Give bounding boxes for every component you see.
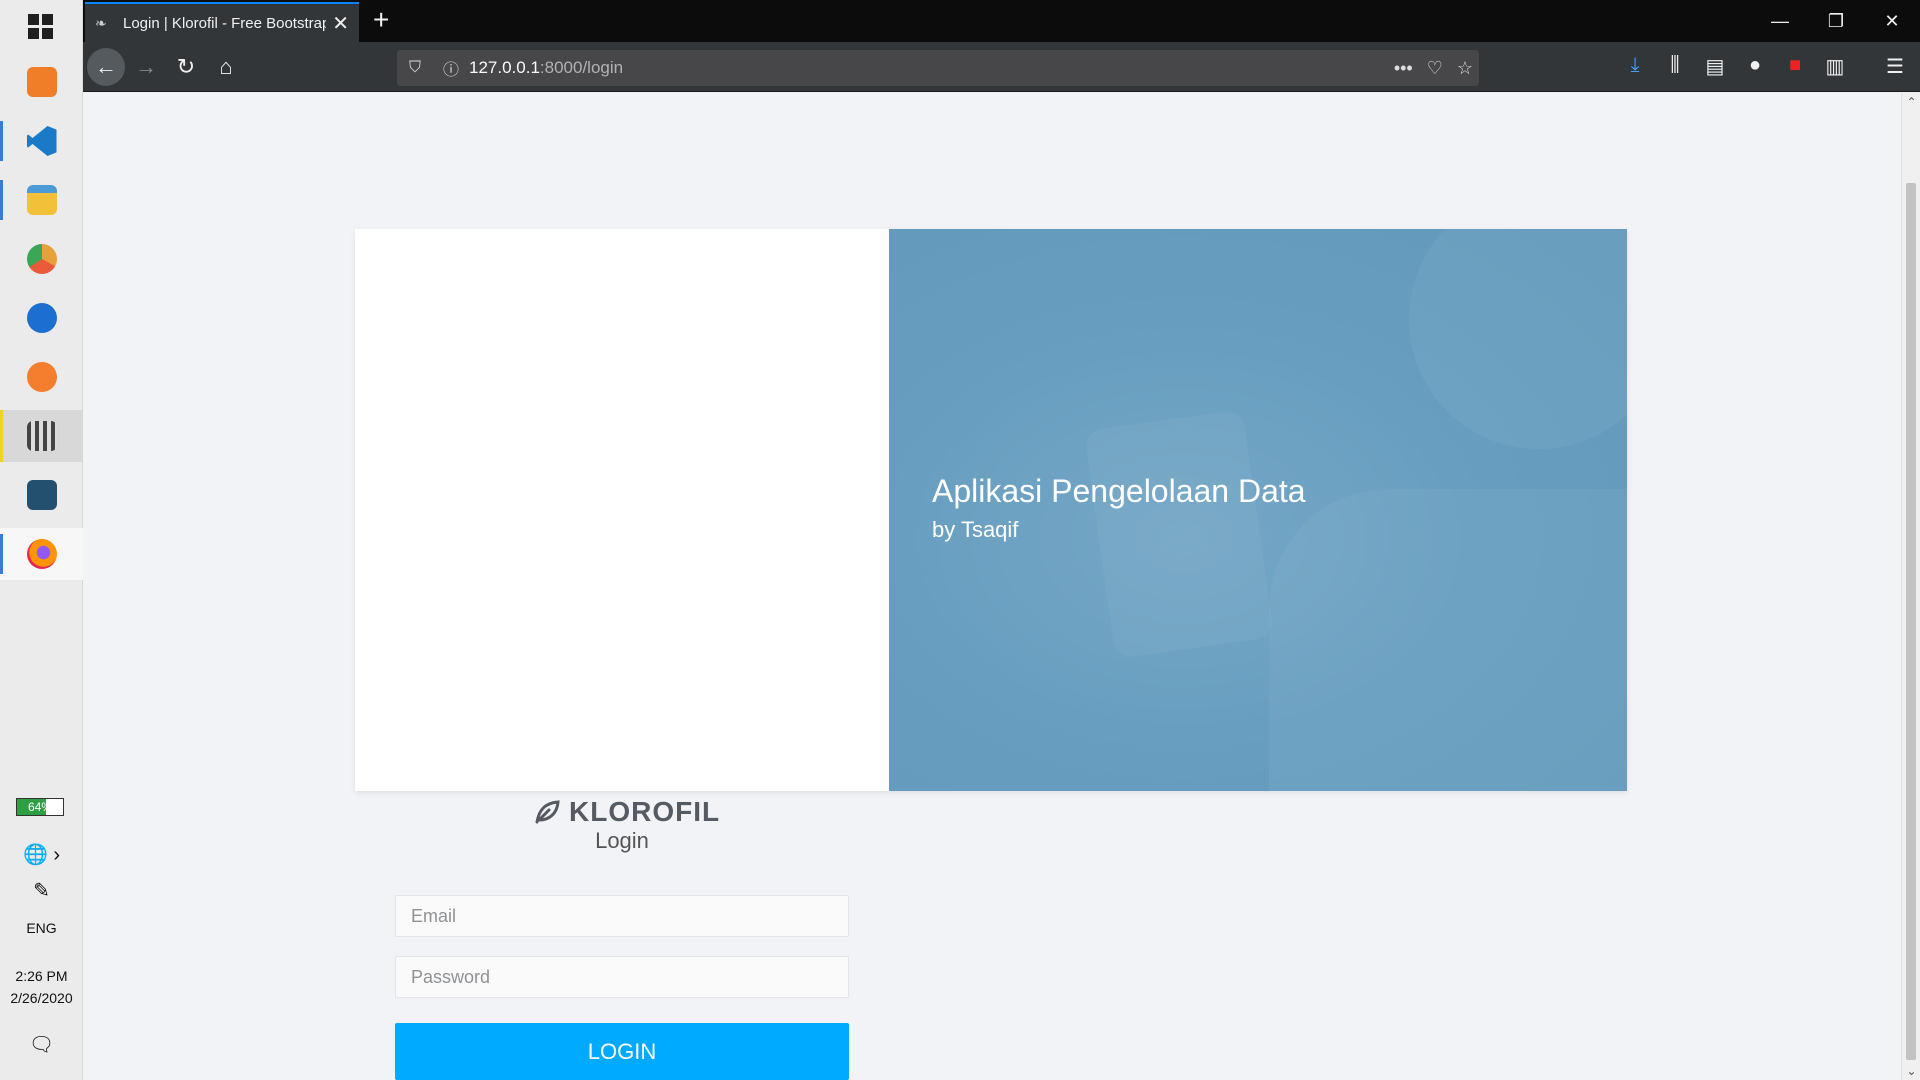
tab-login[interactable]: ❧ Login | Klorofil - Free Bootstrap ✕ <box>85 2 359 42</box>
mysql-workbench-taskbar-icon[interactable] <box>0 469 83 521</box>
navigation-toolbar: ← → ↻ ⌂ ⛉ ⓘ 127.0.0.1:8000/login ••• ♡ ☆… <box>83 42 1920 92</box>
sidebar-icon[interactable]: ▤ <box>1701 54 1729 79</box>
logo-text: KLOROFIL <box>569 796 721 827</box>
maps-pin-taskbar-icon[interactable] <box>0 292 83 344</box>
battery-indicator[interactable]: 64% <box>16 798 64 816</box>
window-close-icon[interactable]: ✕ <box>1864 0 1920 42</box>
extension-barcode-icon[interactable]: ▥ <box>1821 54 1849 79</box>
vertical-scrollbar[interactable]: ⌃ ⌄ <box>1901 93 1920 1080</box>
extension-icon[interactable]: ■ <box>1781 54 1809 77</box>
firefox-taskbar-icon[interactable] <box>0 528 83 580</box>
notification-center-icon[interactable]: 🗨 <box>0 1032 83 1057</box>
login-card: Aplikasi Pengelolaan Data by Tsaqif <box>355 229 1627 791</box>
vscode-taskbar-icon[interactable] <box>0 115 83 167</box>
klorofil-logo: KLOROFIL <box>533 796 720 828</box>
address-bar[interactable]: ⛉ ⓘ 127.0.0.1:8000/login ••• ♡ ☆ <box>397 50 1479 86</box>
scrollbar-thumb[interactable] <box>1906 183 1916 1060</box>
pocket-icon[interactable]: ♡ <box>1427 58 1443 79</box>
login-card-left-panel <box>355 229 889 791</box>
scroll-down-icon[interactable]: ⌄ <box>1902 1064 1920 1078</box>
menu-hamburger-icon[interactable]: ☰ <box>1881 54 1909 79</box>
language-indicator[interactable]: ENG <box>0 920 83 936</box>
home-icon[interactable]: ⌂ <box>207 48 245 86</box>
minimize-icon[interactable]: — <box>1752 0 1808 42</box>
tab-title: Login | Klorofil - Free Bootstrap <box>123 14 327 32</box>
url-path: :8000/login <box>539 58 624 77</box>
firefox-window: ❧ Login | Klorofil - Free Bootstrap ✕ + … <box>83 0 1920 1080</box>
windows-taskbar: 64% 🌐 › ✎ ENG 2:26 PM 2/26/2020 🗨 <box>0 0 83 1080</box>
clock-time[interactable]: 2:26 PM <box>0 968 83 984</box>
page-viewport: Aplikasi Pengelolaan Data by Tsaqif KLOR… <box>83 93 1920 1080</box>
forward-arrow-icon[interactable]: → <box>127 48 165 86</box>
leaf-favicon-icon: ❧ <box>95 14 107 31</box>
password-field[interactable] <box>395 956 849 998</box>
scroll-up-icon[interactable]: ⌃ <box>1902 95 1920 109</box>
network-globe-icon[interactable]: 🌐 › <box>0 842 83 867</box>
info-icon[interactable]: ⓘ <box>433 56 469 80</box>
leaf-logo-icon <box>535 800 560 824</box>
email-field[interactable] <box>395 895 849 937</box>
sublime-taskbar-icon[interactable] <box>0 351 83 403</box>
xampp-taskbar-icon[interactable] <box>0 56 83 108</box>
tab-close-icon[interactable]: ✕ <box>332 11 349 36</box>
clapperboard-taskbar-icon[interactable] <box>0 410 83 462</box>
hero-image-panel: Aplikasi Pengelolaan Data by Tsaqif <box>889 229 1627 791</box>
downloads-icon[interactable]: ⤓ <box>1621 54 1649 77</box>
hero-subtitle: by Tsaqif <box>932 517 1019 542</box>
bookmark-star-icon[interactable]: ☆ <box>1457 58 1473 79</box>
pen-icon[interactable]: ✎ <box>0 878 83 903</box>
windows-start-icon[interactable] <box>28 14 54 40</box>
library-icon[interactable]: ⫼ <box>1661 54 1689 77</box>
battery-label: 64% <box>27 800 53 814</box>
login-button[interactable]: LOGIN <box>395 1023 849 1080</box>
chrome-canary-taskbar-icon[interactable] <box>0 233 83 285</box>
tab-bar: ❧ Login | Klorofil - Free Bootstrap ✕ + … <box>83 0 1920 42</box>
hero-color-overlay <box>889 229 1627 791</box>
shield-icon[interactable]: ⛉ <box>397 59 433 77</box>
new-tab-icon[interactable]: + <box>373 6 389 34</box>
hero-title: Aplikasi Pengelolaan Data <box>932 473 1306 509</box>
file-explorer-taskbar-icon[interactable] <box>0 174 83 226</box>
account-icon[interactable]: ● <box>1741 54 1769 77</box>
url-host: 127.0.0.1 <box>469 58 540 77</box>
page-actions-icon[interactable]: ••• <box>1394 58 1413 79</box>
clock-date[interactable]: 2/26/2020 <box>0 990 83 1006</box>
back-arrow-icon[interactable]: ← <box>87 48 125 86</box>
login-heading: Login <box>595 828 649 853</box>
reload-icon[interactable]: ↻ <box>167 48 205 86</box>
restore-icon[interactable]: ❐ <box>1808 0 1864 42</box>
